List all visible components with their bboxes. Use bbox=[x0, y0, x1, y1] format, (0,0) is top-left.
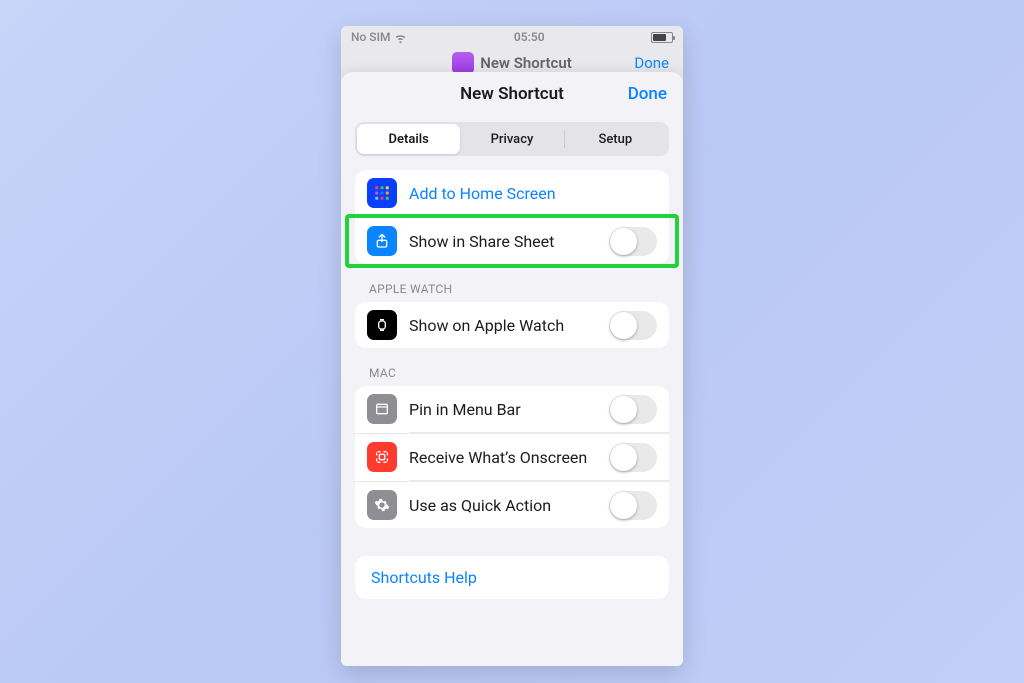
quick-action-label: Use as Quick Action bbox=[409, 496, 597, 515]
details-card-1: Add to Home Screen Show in Share Sheet bbox=[355, 170, 669, 264]
tab-details[interactable]: Details bbox=[357, 124, 460, 154]
add-to-home-row[interactable]: Add to Home Screen bbox=[355, 170, 669, 216]
show-in-share-sheet-row[interactable]: Show in Share Sheet bbox=[355, 217, 669, 264]
apple-watch-toggle[interactable] bbox=[609, 311, 657, 340]
receive-onscreen-row[interactable]: Receive What’s Onscreen bbox=[355, 433, 669, 480]
settings-sheet: New Shortcut Done Details Privacy Setup bbox=[341, 72, 683, 666]
add-to-home-label: Add to Home Screen bbox=[409, 184, 657, 203]
tab-setup-label: Setup bbox=[598, 132, 632, 147]
help-card: Shortcuts Help bbox=[355, 556, 669, 599]
phone-frame: No SIM 05:50 New Shortcut Done New Short… bbox=[341, 26, 683, 666]
tab-setup[interactable]: Setup bbox=[564, 124, 667, 154]
apple-watch-label: Show on Apple Watch bbox=[409, 316, 597, 335]
quick-action-toggle[interactable] bbox=[609, 491, 657, 520]
shortcuts-help-link[interactable]: Shortcuts Help bbox=[355, 556, 669, 599]
sheet-header: New Shortcut Done bbox=[341, 72, 683, 116]
gear-icon bbox=[367, 490, 397, 520]
quick-action-row[interactable]: Use as Quick Action bbox=[355, 481, 669, 528]
shortcut-app-icon bbox=[452, 52, 474, 74]
wifi-icon bbox=[394, 32, 407, 42]
background-title: New Shortcut bbox=[480, 54, 572, 72]
tab-privacy-label: Privacy bbox=[491, 132, 534, 147]
done-button[interactable]: Done bbox=[628, 84, 667, 104]
receive-onscreen-icon bbox=[367, 442, 397, 472]
tab-details-label: Details bbox=[389, 132, 429, 147]
carrier-label: No SIM bbox=[351, 30, 390, 44]
pin-menu-label: Pin in Menu Bar bbox=[409, 400, 597, 419]
home-grid-icon bbox=[367, 178, 397, 208]
segmented-control[interactable]: Details Privacy Setup bbox=[355, 122, 669, 156]
battery-icon bbox=[651, 32, 673, 43]
sheet-title: New Shortcut bbox=[460, 84, 564, 104]
tab-privacy[interactable]: Privacy bbox=[460, 124, 563, 154]
menu-bar-icon bbox=[367, 394, 397, 424]
apple-watch-section-header: APPLE WATCH bbox=[341, 264, 683, 302]
status-bar: No SIM 05:50 bbox=[341, 26, 683, 48]
receive-label: Receive What’s Onscreen bbox=[409, 448, 597, 467]
share-icon bbox=[367, 226, 397, 256]
pin-menu-toggle[interactable] bbox=[609, 395, 657, 424]
share-sheet-toggle[interactable] bbox=[609, 227, 657, 256]
show-on-apple-watch-row[interactable]: Show on Apple Watch bbox=[355, 302, 669, 348]
receive-toggle[interactable] bbox=[609, 443, 657, 472]
mac-section-header: MAC bbox=[341, 348, 683, 386]
pin-in-menu-bar-row[interactable]: Pin in Menu Bar bbox=[355, 386, 669, 432]
mac-card: Pin in Menu Bar Receive What’s Onscreen bbox=[355, 386, 669, 528]
clock-label: 05:50 bbox=[514, 30, 545, 44]
apple-watch-card: Show on Apple Watch bbox=[355, 302, 669, 348]
apple-watch-icon bbox=[367, 310, 397, 340]
background-done-button: Done bbox=[634, 54, 669, 72]
share-sheet-label: Show in Share Sheet bbox=[409, 232, 597, 251]
